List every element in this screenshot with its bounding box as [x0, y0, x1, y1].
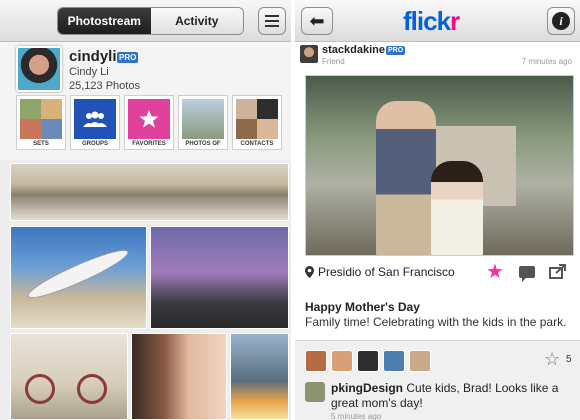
photo-detail-screen: ⬅ flickr i stackdakine PRO Friend 7 minu… — [295, 0, 580, 420]
comments-panel: ☆ 5 pkingDesign Cute kids, Brad! Looks l… — [295, 340, 580, 420]
tile-label: FAVORITES — [132, 141, 166, 147]
tile-contacts[interactable]: CONTACTS — [232, 95, 282, 150]
info-icon: i — [552, 12, 570, 30]
photo-thumbnail-panorama[interactable] — [10, 163, 289, 221]
favoriter-avatar[interactable] — [357, 350, 379, 372]
back-button[interactable]: ⬅ — [301, 7, 333, 35]
top-nav-bar: ⬅ flickr i — [295, 0, 580, 42]
commenter-name[interactable]: pkingDesign — [331, 381, 403, 395]
photo-thumbnail-bicycle[interactable] — [10, 333, 128, 420]
commenter-avatar[interactable] — [305, 382, 325, 402]
menu-button[interactable] — [258, 7, 286, 35]
post-timestamp: 7 minutes ago — [521, 57, 572, 66]
tile-favorites[interactable]: FAVORITES — [124, 95, 174, 150]
star-icon — [128, 99, 170, 139]
photo-thumbnail-group[interactable] — [150, 226, 289, 329]
photo-description: Family time! Celebrating with the kids i… — [305, 315, 567, 329]
sets-thumbnail — [20, 99, 62, 139]
favorites-star-icon: ☆ — [544, 349, 561, 369]
tile-label: GROUPS — [81, 141, 108, 147]
photo-thumbnail-shuttle[interactable] — [230, 333, 289, 420]
view-segmented-control: Photostream Activity — [57, 7, 244, 35]
profile-photo-count: 25,123 Photos — [69, 80, 140, 92]
favoriter-avatar[interactable] — [331, 350, 353, 372]
photo-thumbnail-mother-baby[interactable] — [131, 333, 227, 420]
tile-groups[interactable]: GROUPS — [70, 95, 120, 150]
tile-label: CONTACTS — [240, 141, 274, 147]
location-link[interactable]: Presidio of San Francisco — [305, 265, 455, 279]
tile-label: SETS — [33, 141, 49, 147]
favoriter-avatar[interactable] — [409, 350, 431, 372]
favorite-star-icon[interactable]: ★ — [486, 262, 504, 282]
poster-name[interactable]: stackdakine — [322, 44, 385, 56]
profile-username: cindyli — [69, 48, 117, 65]
profile-realname: Cindy Li — [69, 66, 109, 78]
photos-of-thumbnail — [182, 99, 224, 139]
photo-thumbnail-surfboard[interactable] — [10, 226, 147, 329]
flickr-logo: flickr — [403, 6, 460, 36]
tab-photostream[interactable]: Photostream — [58, 8, 151, 34]
info-button[interactable]: i — [547, 7, 575, 35]
photostream-screen: Photostream Activity cindyli PRO Cindy L… — [0, 0, 291, 420]
favoriter-avatar[interactable] — [305, 350, 327, 372]
tile-label: PHOTOS OF — [185, 141, 221, 147]
menu-icon — [265, 15, 279, 17]
tab-activity[interactable]: Activity — [150, 8, 243, 34]
contacts-thumbnail — [236, 99, 278, 139]
comment-icon[interactable] — [519, 266, 535, 282]
groups-icon — [74, 99, 116, 139]
pro-badge: PRO — [117, 52, 139, 63]
share-icon[interactable] — [549, 263, 567, 279]
favoriter-avatar[interactable] — [383, 350, 405, 372]
comment-timestamp: 5 minutes ago — [331, 412, 382, 420]
poster-relation: Friend — [322, 57, 345, 66]
back-arrow-icon: ⬅ — [309, 10, 325, 31]
tile-photos-of[interactable]: PHOTOS OF — [178, 95, 228, 150]
photo-title: Happy Mother's Day — [305, 300, 420, 314]
pro-badge: PRO — [386, 46, 406, 55]
avatar[interactable] — [16, 46, 62, 92]
tile-sets[interactable]: SETS — [16, 95, 66, 150]
top-nav-bar: Photostream Activity — [0, 0, 291, 42]
profile-header: cindyli PRO Cindy Li 25,123 Photos SETS … — [0, 42, 291, 160]
favorites-count: 5 — [566, 354, 572, 365]
location-label: Presidio of San Francisco — [318, 265, 455, 279]
main-photo[interactable] — [305, 75, 574, 256]
comment-body: pkingDesign Cute kids, Brad! Looks like … — [331, 381, 571, 411]
location-pin-icon — [305, 266, 314, 278]
poster-avatar[interactable] — [300, 45, 318, 63]
